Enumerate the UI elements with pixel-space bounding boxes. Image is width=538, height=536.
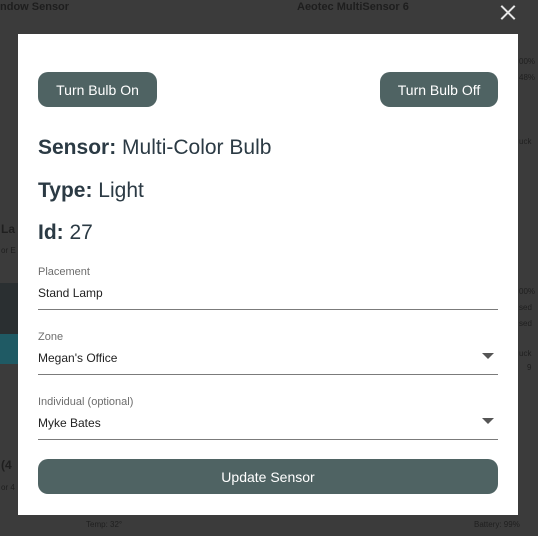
bg-stat: sed <box>519 303 532 312</box>
bg-sensor-title-right: Aeotec MultiSensor 6 <box>297 1 409 13</box>
close-icon[interactable] <box>498 3 518 23</box>
bg-stat: Battery: 99% <box>474 520 520 529</box>
placement-label: Placement <box>38 266 90 278</box>
bg-stat: sed <box>519 319 532 328</box>
sensor-value: Multi-Color Bulb <box>122 136 272 159</box>
chevron-down-icon[interactable] <box>482 353 494 359</box>
id-value: 27 <box>69 221 93 244</box>
bg-stat: 9 <box>527 363 532 372</box>
type-key: Type: <box>38 179 93 202</box>
sensor-key: Sensor: <box>38 136 117 159</box>
bg-sensor-title-left: ndow Sensor <box>0 1 70 13</box>
individual-select[interactable]: Individual (optional) Myke Bates <box>38 396 498 440</box>
bg-stat: uck <box>519 137 532 146</box>
turn-bulb-off-button[interactable]: Turn Bulb Off <box>380 72 498 107</box>
bg-stat: uck <box>519 349 532 358</box>
chevron-down-icon[interactable] <box>482 418 494 424</box>
sensor-type-line: Type: Light <box>38 179 144 203</box>
bg-card-accent <box>0 334 18 364</box>
bg-stat: La <box>1 222 16 236</box>
bg-stat: 48% <box>519 73 536 82</box>
sensor-id-line: Id: 27 <box>38 221 93 245</box>
placement-value[interactable]: Stand Lamp <box>38 286 103 300</box>
bg-stat: or 4 <box>1 483 15 492</box>
bg-stat: or E <box>1 246 16 255</box>
id-key: Id: <box>38 221 64 244</box>
sensor-name-line: Sensor: Multi-Color Bulb <box>38 136 271 160</box>
bg-stat: Temp: 32° <box>86 520 123 529</box>
turn-bulb-on-button[interactable]: Turn Bulb On <box>38 72 157 107</box>
bg-stat: 00% <box>519 287 536 296</box>
bg-stat: 00% <box>519 57 536 66</box>
bg-stat: (4 <box>1 458 12 472</box>
individual-label: Individual (optional) <box>38 396 134 408</box>
zone-select[interactable]: Zone Megan's Office <box>38 331 498 375</box>
sensor-modal: Turn Bulb On Turn Bulb Off Sensor: Multi… <box>18 34 518 515</box>
zone-label: Zone <box>38 331 64 343</box>
update-sensor-button[interactable]: Update Sensor <box>38 459 498 494</box>
type-value: Light <box>98 179 144 202</box>
placement-field[interactable]: Placement Stand Lamp <box>38 266 498 310</box>
zone-value[interactable]: Megan's Office <box>38 351 117 365</box>
individual-value[interactable]: Myke Bates <box>38 416 101 430</box>
